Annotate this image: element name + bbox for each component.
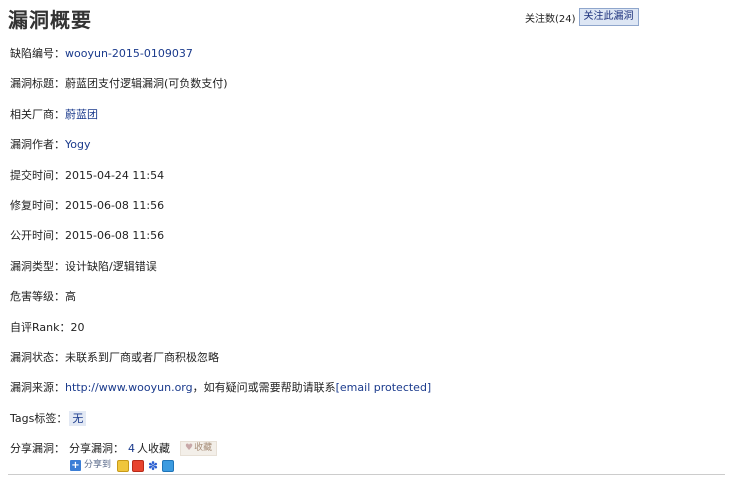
baidu-paw-icon[interactable]: ✽ <box>147 460 159 472</box>
author-label: 漏洞作者： <box>10 138 65 152</box>
share-label: 分享漏洞： <box>10 442 65 456</box>
danger-level-value: 高 <box>65 290 76 304</box>
public-time-label: 公开时间： <box>10 229 65 243</box>
share-block: 分享漏洞： 4 人收藏 ♥ 收藏 + 分享到 ✽ <box>69 441 218 473</box>
favorite-button[interactable]: ♥ 收藏 <box>180 441 218 457</box>
qzone-icon[interactable] <box>117 459 130 472</box>
bottom-divider <box>8 474 725 475</box>
author-link[interactable]: Yogy <box>65 137 90 152</box>
source-label: 漏洞来源： <box>10 381 65 395</box>
row-status: 漏洞状态： 未联系到厂商或者厂商积极忽略 <box>10 350 725 380</box>
status-label: 漏洞状态： <box>10 350 65 364</box>
sina-weibo-icon[interactable] <box>132 459 145 472</box>
vendor-label: 相关厂商： <box>10 107 65 121</box>
rank-value: 20 <box>70 320 85 334</box>
fix-time-value: 2015-06-08 11:56 <box>65 198 165 212</box>
page-title: 漏洞概要 <box>8 8 92 32</box>
row-source: 漏洞来源： http://www.wooyun.org ，如有疑问或需要帮助请联… <box>10 380 725 410</box>
share-icons: + 分享到 ✽ <box>70 458 217 473</box>
tags-label: Tags标签： <box>10 411 68 425</box>
row-fix-time: 修复时间： 2015-06-08 11:56 <box>10 198 725 228</box>
follow-bug-button[interactable]: 关注此漏洞 <box>578 8 639 26</box>
source-text: ，如有疑问或需要帮助请联系 <box>192 381 336 395</box>
bug-type-value: 设计缺陷/逻辑错误 <box>65 259 157 273</box>
danger-level-label: 危害等级： <box>10 290 65 304</box>
row-bug-type: 漏洞类型： 设计缺陷/逻辑错误 <box>10 259 725 289</box>
share-inner-label: 分享漏洞： <box>69 442 124 456</box>
bug-id-link[interactable]: wooyun-2015-0109037 <box>65 46 193 61</box>
public-time-value: 2015-06-08 11:56 <box>65 229 165 243</box>
share-to-label[interactable]: 分享到 <box>84 458 111 473</box>
vendor-link[interactable]: 蔚蓝团 <box>65 107 98 122</box>
rank-label: 自评Rank： <box>10 320 71 334</box>
row-danger-level: 危害等级： 高 <box>10 289 725 319</box>
tag-none[interactable]: 无 <box>69 410 87 426</box>
row-share: 分享漏洞： 分享漏洞： 4 人收藏 ♥ 收藏 + 分享到 ✽ <box>10 441 725 473</box>
favorite-count-suffix: 人收藏 <box>137 442 170 456</box>
row-bug-id: 缺陷编号： wooyun-2015-0109037 <box>10 46 725 76</box>
row-rank: 自评Rank： 20 <box>10 320 725 350</box>
status-value: 未联系到厂商或者厂商积极忽略 <box>65 350 219 364</box>
fix-time-label: 修复时间： <box>10 198 65 212</box>
favorite-button-label: 收藏 <box>194 443 213 454</box>
bug-title-label: 漏洞标题： <box>10 77 65 91</box>
bug-id-label: 缺陷编号： <box>10 47 65 60</box>
contact-email-link[interactable]: [email protected] <box>336 380 432 395</box>
row-tags: Tags标签： 无 <box>10 410 725 441</box>
bug-summary: 缺陷编号： wooyun-2015-0109037 漏洞标题： 蔚蓝团支付逻辑漏… <box>10 46 725 473</box>
row-bug-title: 漏洞标题： 蔚蓝团支付逻辑漏洞(可负数支付) <box>10 76 725 106</box>
heart-icon: ♥ <box>185 443 194 454</box>
bug-type-label: 漏洞类型： <box>10 259 65 273</box>
tencent-weibo-icon[interactable] <box>162 459 175 472</box>
row-public-time: 公开时间： 2015-06-08 11:56 <box>10 228 725 258</box>
submit-time-value: 2015-04-24 11:54 <box>65 168 165 182</box>
submit-time-label: 提交时间： <box>10 168 65 182</box>
follow-area: 关注数(24) 关注此漏洞 <box>525 8 639 26</box>
bug-title-value: 蔚蓝团支付逻辑漏洞(可负数支付) <box>65 77 228 91</box>
source-link[interactable]: http://www.wooyun.org <box>65 380 193 395</box>
row-submit-time: 提交时间： 2015-04-24 11:54 <box>10 168 725 198</box>
row-author: 漏洞作者： Yogy <box>10 137 725 167</box>
row-vendor: 相关厂商： 蔚蓝团 <box>10 107 725 137</box>
follow-count: 关注数(24) <box>525 13 576 25</box>
share-top: 分享漏洞： 4 人收藏 ♥ 收藏 <box>69 441 218 457</box>
share-plus-icon[interactable]: + <box>70 460 81 472</box>
favorite-count: 4 <box>128 442 135 456</box>
